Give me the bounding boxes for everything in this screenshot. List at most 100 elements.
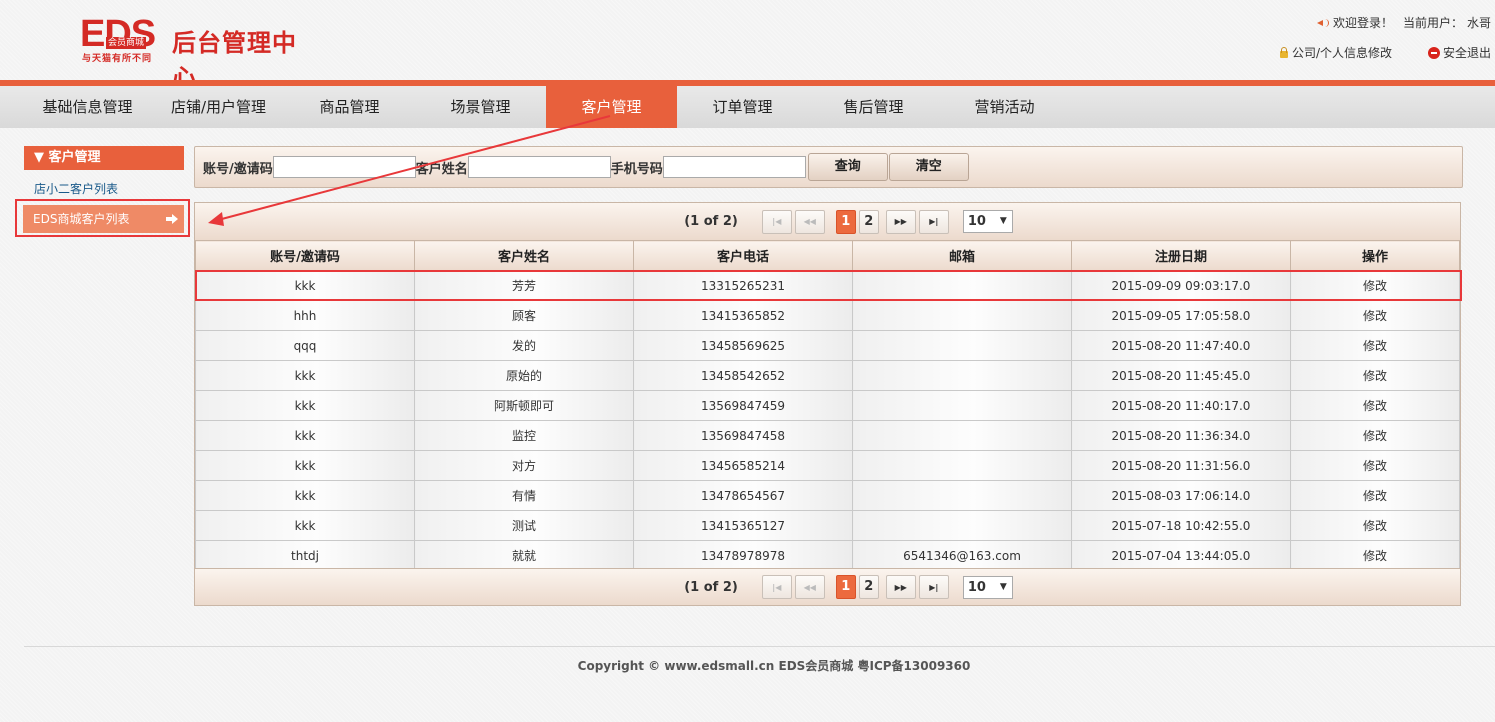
page-size-select[interactable]: 10 <box>962 210 1013 233</box>
nav-item-orders[interactable]: 订单管理 <box>677 86 808 128</box>
cell-phone: 13456585214 <box>633 450 853 481</box>
page-2-button[interactable]: 2 <box>858 575 879 599</box>
first-page-button[interactable]: |◀ <box>761 575 792 599</box>
next-page-button[interactable]: ▶▶ <box>885 209 916 234</box>
cell-name: 有情 <box>414 480 634 511</box>
cell-phone: 13458569625 <box>633 330 853 361</box>
logo[interactable]: EDS 会员商城 与天猫有所不同 后台管理中心 <box>80 14 320 92</box>
current-user-label: 当前用户： <box>1402 16 1463 30</box>
profile-link-label: 公司/个人信息修改 <box>1291 46 1392 60</box>
search-bar: 账号/邀请码 客户姓名 手机号码 查询 清空 <box>194 146 1463 188</box>
cell-reg-date: 2015-08-20 11:36:34.0 <box>1071 420 1291 451</box>
pager-top: (1 of 2) |◀ ◀◀ 1 2 ▶▶ ▶| 10 <box>195 203 1460 240</box>
cell-email <box>852 480 1072 511</box>
cell-reg-date: 2015-08-20 11:47:40.0 <box>1071 330 1291 361</box>
nav-item-customers[interactable]: 客户管理 <box>546 86 677 128</box>
column-header-account[interactable]: 账号/邀请码 <box>195 240 415 271</box>
sidebar-item-xiaoer-customers[interactable]: 店小二客户列表 <box>34 180 118 197</box>
cell-account: kkk <box>195 270 415 301</box>
phone-label: 手机号码 <box>610 161 663 177</box>
cell-account: kkk <box>195 450 415 481</box>
cell-reg-date: 2015-08-20 11:31:56.0 <box>1071 450 1291 481</box>
cell-phone: 13478978978 <box>633 540 853 571</box>
prev-page-button[interactable]: ◀◀ <box>794 209 825 234</box>
cell-edit-link[interactable]: 修改 <box>1290 420 1460 451</box>
cell-reg-date: 2015-07-18 10:42:55.0 <box>1071 510 1291 541</box>
nav-item-products[interactable]: 商品管理 <box>284 86 415 128</box>
sidebar-header[interactable]: ▼ 客户管理 <box>24 146 184 170</box>
cell-reg-date: 2015-08-20 11:40:17.0 <box>1071 390 1291 421</box>
last-page-button[interactable]: ▶| <box>918 575 949 599</box>
cell-name: 监控 <box>414 420 634 451</box>
cell-name: 发的 <box>414 330 634 361</box>
nav-item-marketing[interactable]: 营销活动 <box>939 86 1070 128</box>
last-page-button[interactable]: ▶| <box>918 209 949 234</box>
column-header-phone[interactable]: 客户电话 <box>633 240 853 271</box>
customer-table-panel: (1 of 2) |◀ ◀◀ 1 2 ▶▶ ▶| 10 账号/邀请码 客户姓名 … <box>194 202 1461 606</box>
cell-edit-link[interactable]: 修改 <box>1290 300 1460 331</box>
table-row: qqq 发的 13458569625 2015-08-20 11:47:40.0 修改 <box>195 330 1460 361</box>
welcome-text: 欢迎登录！ <box>1332 16 1393 30</box>
cell-email <box>852 420 1072 451</box>
clear-button[interactable]: 清空 <box>888 153 969 181</box>
footer-copyright: Copyright © www.edsmall.cn EDS会员商城 粤ICP备… <box>577 659 971 673</box>
cell-reg-date: 2015-09-05 17:05:58.0 <box>1071 300 1291 331</box>
lock-icon <box>1279 47 1289 58</box>
nav-item-scenes[interactable]: 场景管理 <box>415 86 546 128</box>
profile-link[interactable]: 公司/个人信息修改 <box>1279 44 1392 61</box>
user-panel: 欢迎登录！ 当前用户： 水哥 公司/个人信息修改 安全退出 <box>1279 14 1491 61</box>
account-input[interactable] <box>272 156 416 178</box>
cell-email <box>852 390 1072 421</box>
cell-edit-link[interactable]: 修改 <box>1290 480 1460 511</box>
next-page-button[interactable]: ▶▶ <box>885 575 916 599</box>
cell-edit-link[interactable]: 修改 <box>1290 360 1460 391</box>
cell-account: kkk <box>195 510 415 541</box>
column-header-reg-date[interactable]: 注册日期 <box>1071 240 1291 271</box>
cell-email <box>852 270 1072 301</box>
header: EDS 会员商城 与天猫有所不同 后台管理中心 欢迎登录！ 当前用户： 水哥 公… <box>0 0 1495 92</box>
column-header-email[interactable]: 邮箱 <box>852 240 1072 271</box>
first-page-button[interactable]: |◀ <box>761 209 792 234</box>
query-button[interactable]: 查询 <box>807 153 888 181</box>
sidebar-item-eds-customers[interactable]: EDS商城客户列表 <box>23 205 184 233</box>
nav-item-store-user[interactable]: 店铺/用户管理 <box>153 86 284 128</box>
table-row: thtdj 就就 13478978978 6541346@163.com 2015-07… <box>195 540 1460 571</box>
prev-page-button[interactable]: ◀◀ <box>794 575 825 599</box>
speaker-icon <box>1316 18 1329 28</box>
cell-name: 测试 <box>414 510 634 541</box>
page-1-button[interactable]: 1 <box>835 575 856 599</box>
pager-info: (1 of 2) <box>684 214 738 229</box>
page-1-button[interactable]: 1 <box>835 209 856 234</box>
pager-info: (1 of 2) <box>684 579 738 595</box>
nav-item-after-sales[interactable]: 售后管理 <box>808 86 939 128</box>
customer-name-input[interactable] <box>467 156 611 178</box>
cell-edit-link[interactable]: 修改 <box>1290 390 1460 421</box>
sidebar-item-label: EDS商城客户列表 <box>33 212 130 226</box>
table-row: kkk 原始的 13458542652 2015-08-20 11:45:45.0 修改 <box>195 360 1460 391</box>
cell-name: 原始的 <box>414 360 634 391</box>
column-header-name[interactable]: 客户姓名 <box>414 240 634 271</box>
cell-edit-link[interactable]: 修改 <box>1290 540 1460 571</box>
phone-input[interactable] <box>662 156 806 178</box>
page-2-button[interactable]: 2 <box>858 209 879 234</box>
cell-name: 阿斯顿即可 <box>414 390 634 421</box>
main-nav: 基础信息管理 店铺/用户管理 商品管理 场景管理 客户管理 订单管理 售后管理 … <box>0 86 1495 128</box>
cell-account: kkk <box>195 390 415 421</box>
cell-phone: 13478654567 <box>633 480 853 511</box>
cell-email <box>852 330 1072 361</box>
table-row: kkk 测试 13415365127 2015-07-18 10:42:55.0 修改 <box>195 510 1460 541</box>
cell-name: 顾客 <box>414 300 634 331</box>
nav-item-basic-info[interactable]: 基础信息管理 <box>22 86 153 128</box>
cell-account: qqq <box>195 330 415 361</box>
cell-edit-link[interactable]: 修改 <box>1290 270 1460 301</box>
cell-reg-date: 2015-08-20 11:45:45.0 <box>1071 360 1291 391</box>
footer-divider <box>24 646 1495 647</box>
cell-edit-link[interactable]: 修改 <box>1290 330 1460 361</box>
cell-edit-link[interactable]: 修改 <box>1290 450 1460 481</box>
page-size-select[interactable]: 10 <box>962 575 1013 599</box>
logout-link[interactable]: 安全退出 <box>1427 44 1491 61</box>
cell-phone: 13569847458 <box>633 420 853 451</box>
cell-edit-link[interactable]: 修改 <box>1290 510 1460 541</box>
cell-phone: 13569847459 <box>633 390 853 421</box>
table-row: kkk 监控 13569847458 2015-08-20 11:36:34.0 修改 <box>195 420 1460 451</box>
